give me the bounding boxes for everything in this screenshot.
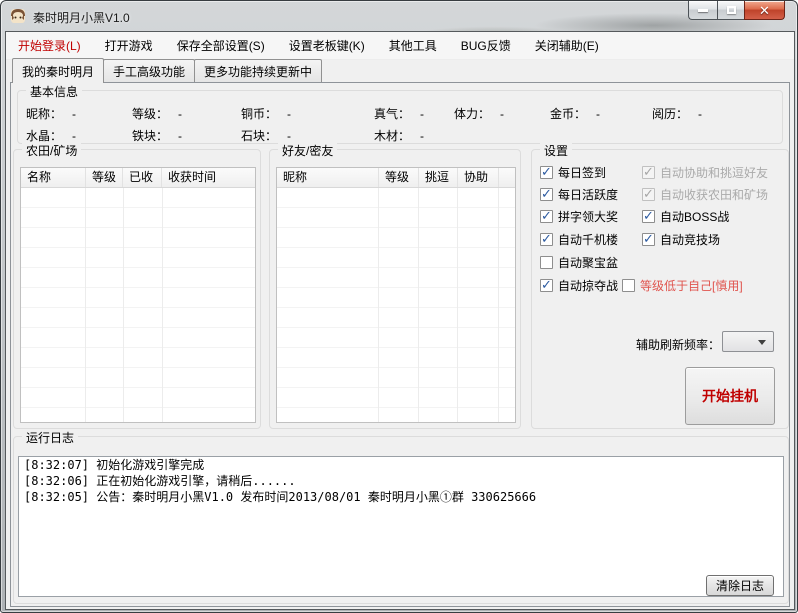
- checkbox-icon[interactable]: [642, 186, 655, 202]
- stat-qi: 真气： -: [374, 107, 425, 121]
- log-groupbox: 运行日志 [8:32:07] 初始化游戏引擎完成 [8:32:06] 正在初始化…: [13, 429, 789, 604]
- window-title: 秦时明月小黑V1.0: [33, 11, 130, 25]
- close-icon: ✕: [759, 2, 770, 18]
- menu-save-all-settings[interactable]: 保存全部设置(S): [165, 32, 277, 60]
- friends-col-assist[interactable]: 协助: [458, 168, 499, 187]
- farm-title: 农田/矿场: [22, 142, 82, 159]
- clear-log-button[interactable]: 清除日志: [706, 575, 774, 596]
- app-icon: [11, 9, 25, 23]
- minimize-icon: [698, 8, 708, 12]
- checkbox-icon[interactable]: [540, 208, 553, 224]
- checkbox-icon[interactable]: [540, 256, 553, 269]
- tab-more-features[interactable]: 更多功能持续更新中: [194, 59, 323, 83]
- checkbox-icon[interactable]: [622, 279, 635, 292]
- log-line: [8:32:07] 初始化游戏引擎完成: [24, 458, 205, 472]
- refresh-rate-label: 辅助刷新频率：: [636, 338, 721, 352]
- column-divider: [378, 188, 379, 422]
- log-line: [8:32:05] 公告：秦时明月小黑V1.0 发布时间2013/08/01 秦…: [24, 490, 537, 504]
- log-output[interactable]: [8:32:07] 初始化游戏引擎完成 [8:32:06] 正在初始化游戏引擎，…: [18, 456, 784, 597]
- tab-manual-advanced[interactable]: 手工高级功能: [103, 59, 196, 83]
- stat-stamina: 体力： -: [454, 107, 505, 121]
- tab-my-qinshimingyue[interactable]: 我的秦时明月: [12, 58, 105, 83]
- tab-strip: 我的秦时明月 手工高级功能 更多功能持续更新中: [12, 58, 323, 83]
- checkbox-auto-qianjilou[interactable]: 自动千机楼: [540, 231, 618, 248]
- checkbox-auto-boss[interactable]: 自动BOSS战: [642, 208, 729, 225]
- friends-table-header: 昵称 等级 挑逗 协助: [277, 168, 515, 188]
- friends-title: 好友/密友: [278, 142, 338, 159]
- tab-page: 基本信息 昵称： - 等级： - 铜币： - 真气： - 体力： - 金币： - 阅历： - …: [10, 82, 790, 607]
- stat-gold: 金币： -: [550, 107, 601, 121]
- checkbox-auto-arena[interactable]: 自动竞技场: [642, 231, 720, 248]
- stat-level: 等级： -: [132, 107, 183, 121]
- menu-start-login[interactable]: 开始登录(L): [6, 32, 93, 60]
- friends-groupbox: 好友/密友 昵称 等级 挑逗 协助: [269, 142, 521, 429]
- log-line: [8:32:06] 正在初始化游戏引擎，请稍后......: [24, 474, 296, 488]
- menu-boss-key[interactable]: 设置老板键(K): [277, 32, 377, 60]
- close-button[interactable]: ✕: [744, 1, 785, 20]
- checkbox-icon[interactable]: [540, 277, 553, 293]
- minimize-button[interactable]: [688, 1, 717, 20]
- checkbox-level-below-self[interactable]: 等级低于自己[慎用]: [622, 277, 743, 294]
- stat-nickname: 昵称： -: [26, 107, 77, 121]
- stat-iron: 铁块： -: [132, 129, 183, 143]
- column-divider: [123, 188, 124, 422]
- friends-col-level[interactable]: 等级: [379, 168, 419, 187]
- checkbox-icon[interactable]: [642, 231, 655, 247]
- column-divider: [418, 188, 419, 422]
- column-divider: [498, 188, 499, 422]
- maximize-button[interactable]: [717, 1, 744, 20]
- chevron-down-icon: [758, 340, 766, 345]
- maximize-icon: [726, 6, 736, 14]
- menu-bug-feedback[interactable]: BUG反馈: [449, 32, 523, 60]
- farm-col-name[interactable]: 名称: [21, 168, 86, 187]
- farm-groupbox: 农田/矿场 名称 等级 已收 收获时间: [13, 142, 261, 429]
- column-divider: [85, 188, 86, 422]
- menu-other-tools[interactable]: 其他工具: [377, 32, 449, 60]
- client-area: 开始登录(L) 打开游戏 保存全部设置(S) 设置老板键(K) 其他工具 BUG…: [5, 31, 795, 610]
- checkbox-auto-jubaopen[interactable]: 自动聚宝盆: [540, 254, 618, 271]
- checkbox-icon[interactable]: [540, 231, 553, 247]
- checkbox-icon[interactable]: [540, 186, 553, 202]
- checkbox-icon[interactable]: [642, 208, 655, 224]
- title-bar[interactable]: 秦时明月小黑V1.0 ✕: [1, 1, 797, 31]
- column-divider: [162, 188, 163, 422]
- friends-col-tease[interactable]: 挑逗: [419, 168, 458, 187]
- stat-experience: 阅历： -: [652, 107, 703, 121]
- checkbox-auto-harvest[interactable]: 自动收获农田和矿场: [642, 186, 768, 203]
- settings-groupbox: 设置 每日签到 自动协助和挑逗好友 每日活跃度 自动收获农田和矿场: [531, 142, 789, 429]
- stat-wood: 木材： -: [374, 129, 425, 143]
- start-hangup-button[interactable]: 开始挂机: [685, 367, 775, 425]
- basic-info-groupbox: 基本信息 昵称： - 等级： - 铜币： - 真气： - 体力： - 金币： - 阅历： - …: [17, 83, 783, 144]
- settings-title: 设置: [540, 142, 573, 159]
- checkbox-auto-plunder[interactable]: 自动掠夺战: [540, 277, 618, 294]
- checkbox-auto-assist-tease[interactable]: 自动协助和挑逗好友: [642, 164, 768, 181]
- column-divider: [457, 188, 458, 422]
- checkbox-icon[interactable]: [642, 164, 655, 180]
- friends-col-nickname[interactable]: 昵称: [277, 168, 379, 187]
- checkbox-word-prize[interactable]: 拼字领大奖: [540, 208, 618, 225]
- menu-bar: 开始登录(L) 打开游戏 保存全部设置(S) 设置老板键(K) 其他工具 BUG…: [6, 32, 794, 60]
- friends-col-extra: [499, 168, 515, 187]
- menu-open-game[interactable]: 打开游戏: [93, 32, 165, 60]
- farm-table-body: [21, 188, 255, 422]
- farm-col-harvested[interactable]: 已收: [123, 168, 162, 187]
- checkbox-icon[interactable]: [540, 164, 553, 180]
- log-title: 运行日志: [22, 429, 79, 446]
- farm-col-harvest-time[interactable]: 收获时间: [162, 168, 255, 187]
- friends-table[interactable]: 昵称 等级 挑逗 协助: [276, 167, 516, 423]
- checkbox-daily-signin[interactable]: 每日签到: [540, 164, 606, 181]
- friends-table-body: [277, 188, 515, 422]
- basic-info-title: 基本信息: [26, 83, 83, 100]
- menu-close-assistant[interactable]: 关闭辅助(E): [523, 32, 611, 60]
- app-window: 秦时明月小黑V1.0 ✕ 开始登录(L) 打开游戏 保存全部设置(S) 设置老板…: [0, 0, 798, 613]
- farm-table[interactable]: 名称 等级 已收 收获时间: [20, 167, 256, 423]
- farm-table-header: 名称 等级 已收 收获时间: [21, 168, 255, 188]
- farm-col-level[interactable]: 等级: [86, 168, 123, 187]
- refresh-rate-dropdown[interactable]: [722, 331, 774, 352]
- stat-copper: 铜币： -: [241, 107, 292, 121]
- checkbox-daily-activity[interactable]: 每日活跃度: [540, 186, 618, 203]
